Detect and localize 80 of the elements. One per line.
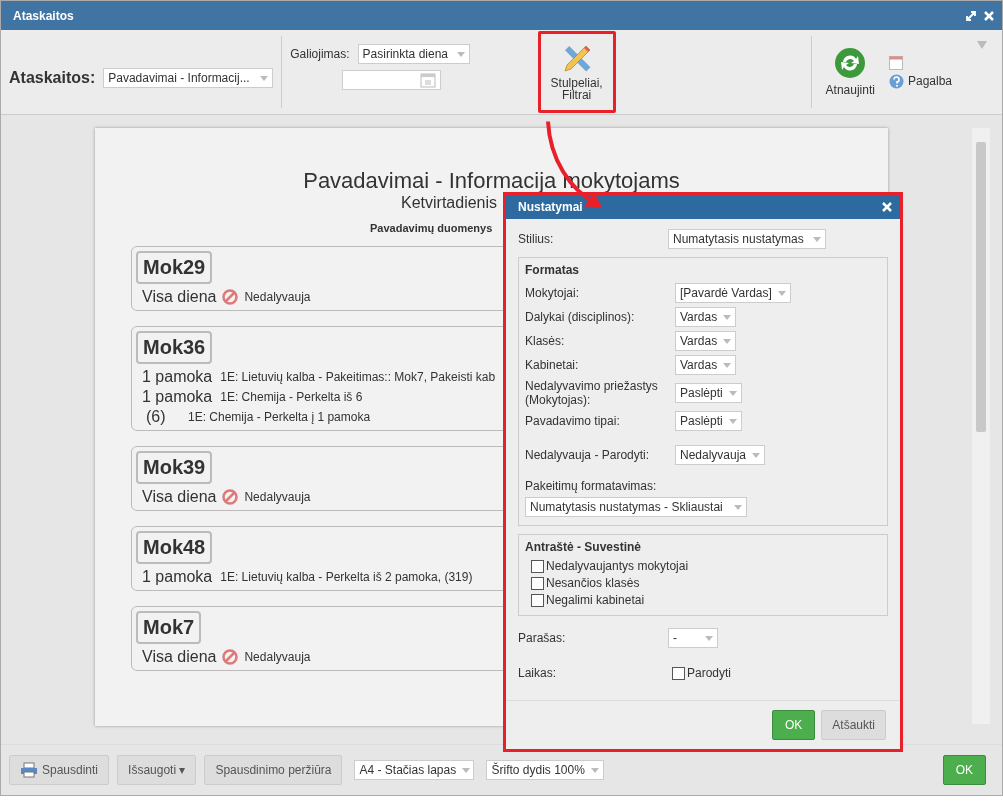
field-label: Nedalyvavimo priežastys (Mokytojas): <box>525 379 659 407</box>
checkbox[interactable] <box>672 666 685 680</box>
option-select[interactable]: Paslėpti <box>675 411 742 431</box>
print-button[interactable]: Spausdinti <box>9 755 110 785</box>
group-title: Formatas <box>525 263 581 277</box>
refresh-button[interactable]: Atnaujinti <box>811 30 889 114</box>
period-label: 1 pamoka <box>142 367 213 387</box>
scrollbar[interactable] <box>972 128 990 724</box>
date-field[interactable] <box>342 70 442 90</box>
substitution-text: Nedalyvauja <box>244 489 311 506</box>
help-button[interactable]: Pagalba <box>888 73 952 89</box>
teacher-name: Mok39 <box>136 451 213 484</box>
option-select[interactable]: Paslėpti <box>675 383 742 403</box>
cancel-button[interactable]: Atšaukti <box>821 710 886 740</box>
group-title: Antraštė - Suvestinė <box>525 540 643 554</box>
period-label: Visa diena <box>142 647 217 667</box>
substitution-text: 1E: Chemija - Perkelta į 1 pamoka <box>188 409 371 426</box>
prohibited-icon <box>222 649 239 665</box>
window-title: Ataskaitos <box>13 8 75 23</box>
teacher-name: Mok29 <box>136 251 213 284</box>
substitution-text: 1E: Chemija - Perkelta iš 6 <box>220 389 363 406</box>
print-preview-button[interactable]: Spausdinimo peržiūra <box>204 755 343 785</box>
option-select[interactable]: Vardas <box>675 355 737 375</box>
section-heading: Pavadavimų duomenys <box>370 222 493 234</box>
field-label: Kabinetai: <box>525 358 580 372</box>
checkbox-label[interactable]: Parodyti <box>687 666 732 680</box>
ruler-pencil-icon <box>561 43 592 73</box>
close-icon[interactable] <box>984 10 994 21</box>
option-select[interactable]: Vardas <box>675 331 737 351</box>
field-label: Pakeitimų formatavimas: <box>525 479 658 493</box>
field-label: Pavadavimo tipai: <box>525 414 621 428</box>
option-select[interactable]: Numatytasis nustatymas - Skliaustai <box>525 497 747 517</box>
calendar-icon[interactable] <box>888 55 903 70</box>
field-label: Parašas: <box>518 631 567 645</box>
substitution-text: Nedalyvauja <box>244 289 311 306</box>
maximize-icon[interactable] <box>966 10 976 21</box>
printer-icon <box>20 762 38 778</box>
prohibited-icon <box>222 289 239 305</box>
columns-filters-button[interactable]: Stulpeliai, Filtrai <box>537 31 616 113</box>
field-label: Stilius: <box>518 232 555 246</box>
report-select[interactable]: Pavadavimai - Informacij... <box>103 68 274 88</box>
report-label: Ataskaitos: <box>9 69 96 87</box>
field-label: Nedalyvauja - Parodyti: <box>525 448 651 462</box>
period-label: Visa diena <box>142 287 217 307</box>
checkbox-label[interactable]: Negalimi kabinetai <box>546 593 645 607</box>
option-select[interactable]: [Pavardė Vardas] <box>675 283 791 303</box>
option-select[interactable]: Nedalyvauja <box>675 445 766 465</box>
period-label: Visa diena <box>142 487 217 507</box>
field-label: Mokytojai: <box>525 286 581 300</box>
dialog-title: Nustatymai <box>518 200 583 214</box>
paper-select[interactable]: A4 - Stačias lapas <box>354 760 475 780</box>
validity-label: Galiojimas: <box>290 47 350 61</box>
teacher-name: Mok48 <box>136 531 213 564</box>
teacher-name: Mok36 <box>136 331 213 364</box>
report-subtitle: Ketvirtadienis <box>401 194 498 212</box>
option-select[interactable]: Vardas <box>675 307 737 327</box>
validity-select[interactable]: Pasirinkta diena <box>357 44 470 64</box>
teacher-name: Mok7 <box>136 611 202 644</box>
checkbox[interactable] <box>531 593 544 607</box>
field-label: Klasės: <box>525 334 566 348</box>
period-label: 1 pamoka <box>142 567 213 587</box>
style-select[interactable]: Numatytasis nustatymas <box>668 229 826 249</box>
substitution-text: Nedalyvauja <box>244 649 311 666</box>
save-button[interactable]: Išsaugoti ▾ <box>117 755 197 785</box>
font-size-select[interactable]: Šrifto dydis 100% <box>486 760 605 780</box>
period-label: (6) <box>145 407 167 427</box>
substitution-text: 1E: Lietuvių kalba - Pakeitimas:: Mok7, Pakeisti kab <box>220 369 496 386</box>
prohibited-icon <box>222 489 239 505</box>
signature-select[interactable]: - <box>668 628 718 648</box>
checkbox-label[interactable]: Nedalyvaujantys mokytojai <box>546 559 689 573</box>
field-label: Laikas: <box>518 666 558 680</box>
substitution-text: 1E: Lietuvių kalba - Perkelta iš 2 pamoka, (319) <box>220 569 473 586</box>
checkbox-label[interactable]: Nesančios klasės <box>546 576 640 590</box>
period-label: 1 pamoka <box>142 387 213 407</box>
checkbox[interactable] <box>531 559 544 573</box>
refresh-icon <box>834 47 867 79</box>
close-icon[interactable] <box>882 202 892 212</box>
checkbox[interactable] <box>531 576 544 590</box>
field-label: Dalykai (disciplinos): <box>525 310 636 324</box>
help-icon <box>888 73 904 89</box>
